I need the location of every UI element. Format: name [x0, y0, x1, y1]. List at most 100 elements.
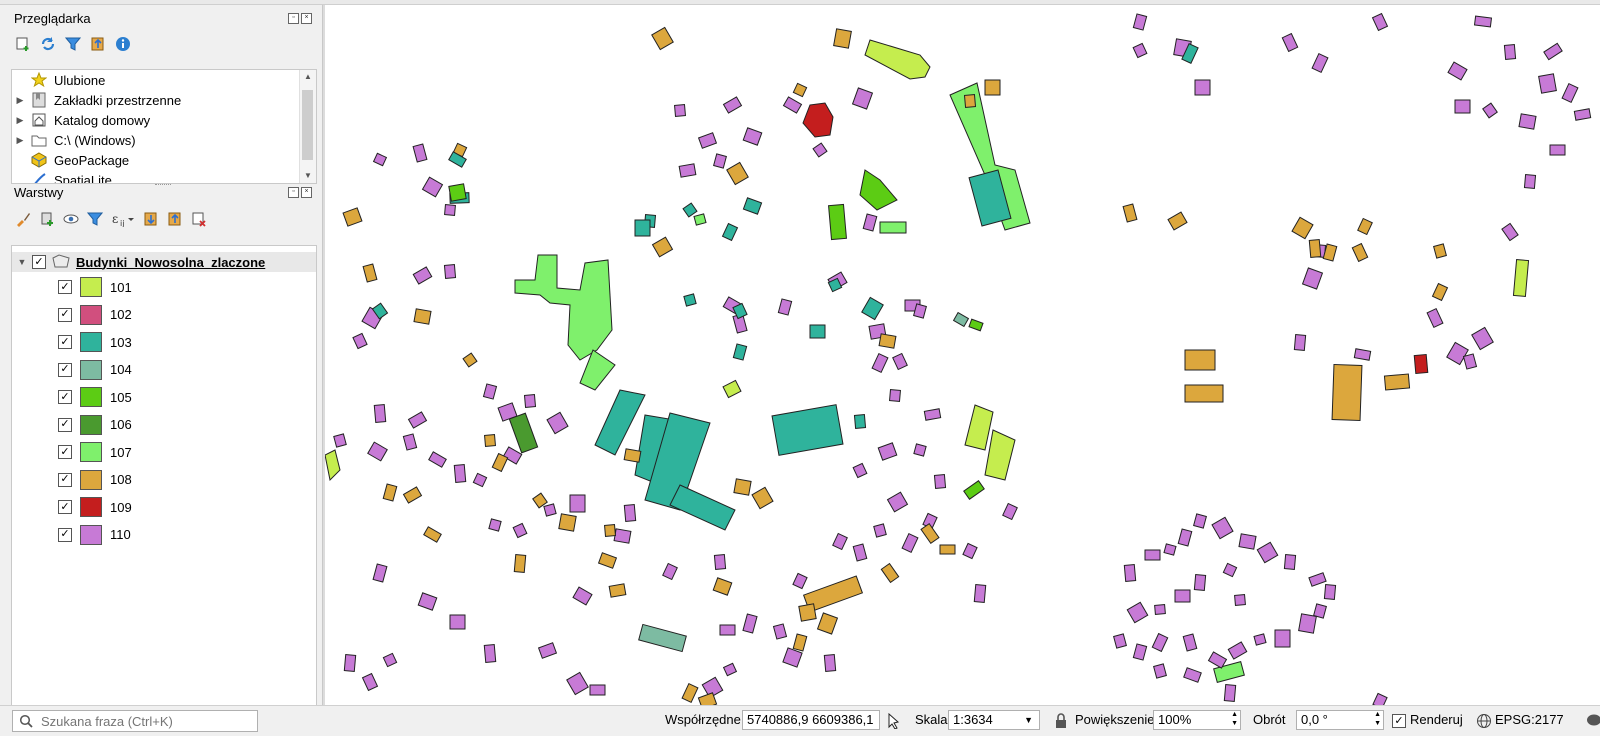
building-polygon[interactable] [697, 132, 718, 149]
layer-visibility-checkbox[interactable]: ✓ [32, 255, 46, 269]
legend-class-row[interactable]: ✓ 103 [58, 329, 132, 355]
legend-class-row[interactable]: ✓ 105 [58, 384, 132, 410]
building-polygon[interactable] [1433, 243, 1447, 259]
class-visibility-checkbox[interactable]: ✓ [58, 280, 72, 294]
building-polygon[interactable] [362, 263, 378, 283]
building-polygon[interactable] [713, 153, 727, 169]
building-polygon[interactable] [613, 528, 632, 544]
building-polygon[interactable] [523, 394, 537, 408]
building-polygon[interactable] [1523, 174, 1537, 189]
mouse-pointer-icon[interactable] [886, 712, 902, 732]
class-visibility-checkbox[interactable]: ✓ [58, 472, 72, 487]
building-polygon[interactable] [1227, 641, 1248, 660]
building-polygon[interactable] [1274, 629, 1291, 648]
building-polygon[interactable] [1222, 562, 1238, 578]
search-input[interactable] [39, 712, 253, 731]
building-polygon[interactable] [543, 503, 557, 517]
building-polygon[interactable] [1283, 554, 1297, 570]
building-polygon[interactable] [722, 96, 743, 114]
building-polygon[interactable] [444, 204, 456, 216]
expand-all-icon[interactable] [142, 210, 160, 228]
building-polygon[interactable] [1163, 543, 1177, 556]
building-polygon[interactable] [572, 586, 593, 606]
magnifier-spinbox[interactable]: 100% ▲ ▼ [1153, 710, 1241, 730]
browser-item-spatial-bookmarks[interactable]: ▶ Zakładki przestrzenne [12, 90, 181, 110]
building-polygon[interactable] [732, 343, 748, 361]
building-polygon[interactable] [1353, 348, 1372, 361]
building-polygon[interactable] [1153, 663, 1167, 679]
building-polygon[interactable] [1132, 643, 1148, 661]
building-polygon[interactable] [1132, 13, 1148, 31]
building-polygon[interactable] [1503, 44, 1517, 60]
legend-class-row[interactable]: ✓ 109 [58, 494, 132, 520]
building-polygon[interactable] [1308, 572, 1327, 587]
building-polygon[interactable] [809, 324, 826, 339]
building-polygon[interactable] [373, 404, 387, 423]
building-polygon[interactable] [372, 563, 388, 583]
building-polygon[interactable] [1482, 102, 1498, 119]
building-polygon[interactable] [1543, 42, 1563, 61]
building-polygon[interactable] [1144, 549, 1161, 561]
building-polygon[interactable] [1454, 99, 1471, 114]
building-polygon[interactable] [1323, 584, 1337, 600]
building-polygon[interactable] [920, 522, 940, 545]
browser-scrollbar[interactable]: ▲ ▼ [299, 70, 316, 183]
building-polygon[interactable] [1538, 73, 1557, 94]
building-polygon[interactable] [1174, 589, 1191, 603]
building-polygon[interactable] [812, 142, 828, 158]
building-polygon[interactable] [733, 478, 752, 496]
building-polygon[interactable] [623, 448, 642, 463]
class-visibility-checkbox[interactable]: ✓ [58, 307, 72, 322]
browser-tree[interactable]: Ulubione ▶ Zakładki przestrzenne ▶ Katal… [11, 69, 317, 184]
building-polygon[interactable] [1177, 528, 1193, 547]
building-polygon[interactable] [1223, 684, 1237, 702]
building-polygon[interactable] [512, 522, 528, 539]
building-polygon[interactable] [1122, 203, 1138, 223]
building-polygon[interactable] [973, 584, 987, 603]
remove-layer-icon[interactable] [190, 210, 208, 228]
building-polygon[interactable] [482, 383, 498, 400]
building-polygon[interactable] [719, 624, 736, 636]
building-polygon[interactable] [669, 484, 736, 531]
collapse-all-icon[interactable] [166, 210, 184, 228]
building-polygon[interactable] [1193, 513, 1207, 529]
building-polygon[interactable] [603, 524, 617, 537]
close-panel-button[interactable]: × [301, 187, 312, 198]
building-polygon[interactable] [792, 633, 808, 652]
building-polygon[interactable] [1291, 216, 1314, 240]
building-polygon[interactable] [1561, 82, 1579, 104]
building-polygon[interactable] [798, 603, 817, 622]
building-polygon[interactable] [823, 654, 837, 672]
add-group-icon[interactable] [38, 210, 56, 228]
building-polygon[interactable] [417, 592, 438, 611]
building-polygon[interactable] [1518, 113, 1537, 130]
expand-arrow-icon[interactable]: ▶ [12, 115, 28, 126]
building-polygon[interactable] [333, 433, 347, 448]
filter-legend-icon[interactable] [86, 210, 104, 228]
building-polygon[interactable] [864, 39, 931, 80]
building-polygon[interactable] [1311, 52, 1329, 74]
building-polygon[interactable] [913, 443, 927, 457]
building-polygon[interactable] [861, 296, 884, 321]
building-polygon[interactable] [546, 411, 569, 435]
building-polygon[interactable] [1182, 633, 1198, 652]
building-polygon[interactable] [537, 642, 558, 659]
building-polygon[interactable] [488, 518, 502, 532]
building-polygon[interactable] [742, 197, 763, 215]
building-polygon[interactable] [880, 562, 900, 584]
collapse-arrow-icon[interactable]: ▼ [12, 257, 32, 267]
building-polygon[interactable] [771, 404, 844, 456]
locator-search[interactable] [12, 710, 258, 732]
building-polygon[interactable] [1193, 574, 1207, 591]
building-polygon[interactable] [878, 333, 897, 349]
building-polygon[interactable] [513, 554, 527, 573]
building-polygon[interactable] [984, 79, 1001, 96]
building-polygon[interactable] [968, 318, 984, 332]
building-polygon[interactable] [1573, 108, 1592, 121]
building-polygon[interactable] [623, 504, 637, 522]
building-polygon[interactable] [382, 483, 398, 502]
building-polygon[interactable] [873, 523, 887, 538]
building-polygon[interactable] [1431, 282, 1449, 302]
building-polygon[interactable] [558, 513, 577, 532]
class-visibility-checkbox[interactable]: ✓ [58, 527, 72, 542]
